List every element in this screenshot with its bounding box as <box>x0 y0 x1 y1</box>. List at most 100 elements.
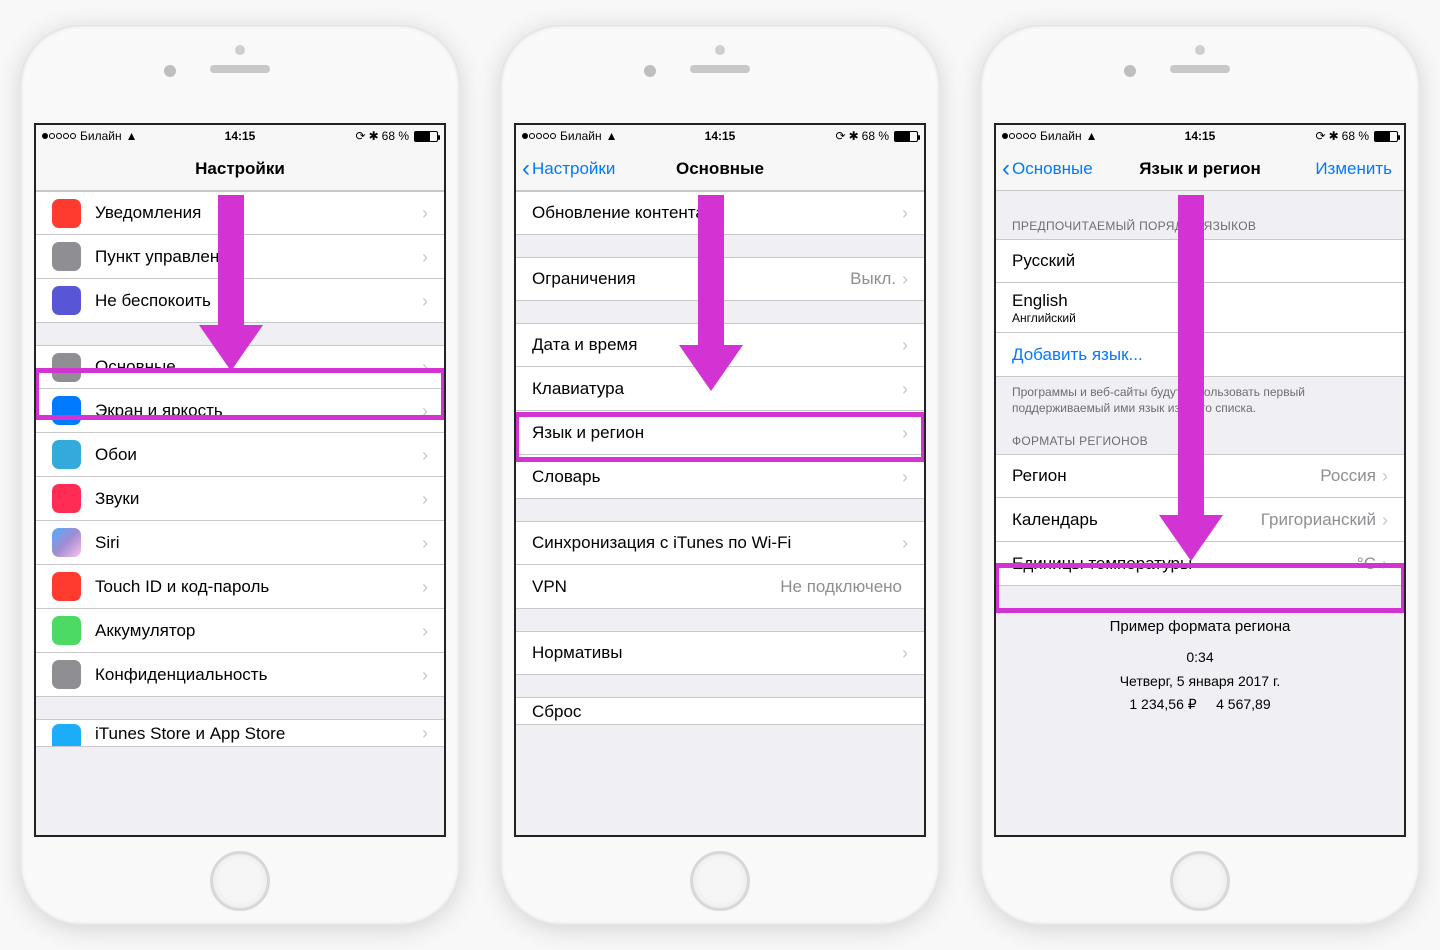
row-label: VPN <box>532 577 780 597</box>
formats-header: ФОРМАТЫ РЕГИОНОВ <box>996 428 1404 454</box>
home-button[interactable] <box>1170 851 1230 911</box>
row-label: Единицы температуры <box>1012 554 1357 574</box>
row-label: Обои <box>95 445 422 465</box>
settings-row[interactable]: Экран и яркость› <box>36 389 444 433</box>
row-label: Дата и время <box>532 335 902 355</box>
row-label: Уведомления <box>95 203 422 223</box>
settings-row[interactable]: Клавиатура› <box>516 367 924 411</box>
appstore-icon <box>52 724 81 747</box>
chevron-right-icon: › <box>1382 467 1388 485</box>
nav-bar: ‹ Настройки Основные <box>516 147 924 191</box>
speaker-icon <box>52 484 81 513</box>
row-label: Основные <box>95 357 422 377</box>
row-label: Звуки <box>95 489 422 509</box>
status-time: 14:15 <box>996 129 1404 143</box>
chevron-right-icon: › <box>422 204 428 222</box>
home-button[interactable] <box>210 851 270 911</box>
region-format-preview: Пример формата региона 0:34 Четверг, 5 я… <box>996 614 1404 717</box>
settings-row[interactable]: Звуки› <box>36 477 444 521</box>
settings-row[interactable]: Пункт управления› <box>36 235 444 279</box>
chevron-right-icon: › <box>422 534 428 552</box>
edit-button[interactable]: Изменить <box>1315 159 1392 179</box>
settings-row[interactable]: Словарь› <box>516 455 924 499</box>
row-label: Touch ID и код-пароль <box>95 577 422 597</box>
chevron-right-icon: › <box>422 666 428 684</box>
row-label: Сброс <box>532 702 908 722</box>
row-label: Добавить язык... <box>1012 345 1388 365</box>
settings-row[interactable]: ОграниченияВыкл.› <box>516 257 924 301</box>
chevron-right-icon: › <box>902 644 908 662</box>
settings-row[interactable]: Русский <box>996 239 1404 283</box>
flower-icon <box>52 440 81 469</box>
settings-row[interactable]: Конфиденциальность› <box>36 653 444 697</box>
settings-row[interactable]: Нормативы› <box>516 631 924 675</box>
chevron-right-icon: › <box>422 358 428 376</box>
row-label: Регион <box>1012 466 1320 486</box>
settings-row[interactable]: РегионРоссия › <box>996 454 1404 498</box>
settings-row[interactable]: Обновление контента› <box>516 191 924 235</box>
settings-row[interactable]: Основные› <box>36 345 444 389</box>
row-label: Язык и регион <box>532 423 902 443</box>
settings-row[interactable]: Touch ID и код-пароль› <box>36 565 444 609</box>
settings-row[interactable]: КалендарьГригорианский› <box>996 498 1404 542</box>
row-label: Экран и яркость <box>95 401 422 421</box>
settings-row[interactable]: EnglishАнглийский <box>996 283 1404 333</box>
row-label: Русский <box>1012 251 1388 271</box>
settings-row[interactable]: VPNНе подключено <box>516 565 924 609</box>
page-title: Основные <box>516 159 924 179</box>
settings-row[interactable]: Не беспокоить› <box>36 279 444 323</box>
gear-icon <box>52 353 81 382</box>
row-label: Синхронизация с iTunes по Wi-Fi <box>532 533 902 553</box>
battery-icon <box>52 616 81 645</box>
nav-bar: ‹ Основные Язык и регион Изменить <box>996 147 1404 191</box>
settings-row[interactable]: Синхронизация с iTunes по Wi-Fi› <box>516 521 924 565</box>
chevron-right-icon: › <box>902 336 908 354</box>
chevron-right-icon: › <box>902 534 908 552</box>
row-label: Не беспокоить <box>95 291 422 311</box>
phone-frame-1: Билайн ▲ 14:15 ⟳ ✱ 68 % Настройки Уведом… <box>20 25 460 925</box>
languages-footer: Программы и веб-сайты будут использовать… <box>996 377 1404 420</box>
status-bar: Билайн ▲ 14:15 ⟳ ✱ 68 % <box>516 125 924 147</box>
chevron-right-icon: › <box>422 622 428 640</box>
row-label: Конфиденциальность <box>95 665 422 685</box>
chevron-right-icon: › <box>902 380 908 398</box>
row-label: Аккумулятор <box>95 621 422 641</box>
row-value: Выкл. <box>850 269 896 289</box>
moon-icon <box>52 286 81 315</box>
chevron-right-icon: › <box>422 578 428 596</box>
row-label: Обновление контента <box>532 203 902 223</box>
preview-date: Четверг, 5 января 2017 г. <box>996 670 1404 694</box>
chevron-right-icon: › <box>902 468 908 486</box>
chevron-right-icon: › <box>902 204 908 222</box>
screen-2: Билайн ▲ 14:15 ⟳ ✱ 68 % ‹ Настройки Осно… <box>514 123 926 837</box>
row-sublabel: Английский <box>1012 311 1076 325</box>
status-bar: Билайн ▲ 14:15 ⟳ ✱ 68 % <box>36 125 444 147</box>
row-value: Григорианский <box>1261 510 1376 530</box>
settings-row[interactable]: Добавить язык... <box>996 333 1404 377</box>
row-reset[interactable]: Сброс <box>516 697 924 725</box>
text-size-icon <box>52 396 81 425</box>
settings-row[interactable]: Аккумулятор› <box>36 609 444 653</box>
settings-row[interactable]: Уведомления› <box>36 191 444 235</box>
chevron-right-icon: › <box>902 424 908 442</box>
preview-title: Пример формата региона <box>996 614 1404 640</box>
battery-icon <box>414 131 438 142</box>
battery-icon <box>894 131 918 142</box>
screen-1: Билайн ▲ 14:15 ⟳ ✱ 68 % Настройки Уведом… <box>34 123 446 837</box>
settings-row[interactable]: Единицы температуры°C› <box>996 542 1404 586</box>
screen-3: Билайн ▲ 14:15 ⟳ ✱ 68 % ‹ Основные Язык … <box>994 123 1406 837</box>
settings-row[interactable]: iTunes Store и App Store› <box>36 719 444 747</box>
settings-row[interactable]: Обои› <box>36 433 444 477</box>
switch-icon <box>52 242 81 271</box>
chevron-right-icon: › <box>1382 511 1388 529</box>
settings-row[interactable]: Дата и время› <box>516 323 924 367</box>
home-button[interactable] <box>690 851 750 911</box>
nav-bar: Настройки <box>36 147 444 191</box>
row-value: °C <box>1357 554 1376 574</box>
row-label: Пункт управления <box>95 247 422 267</box>
settings-row[interactable]: Язык и регион› <box>516 411 924 455</box>
phone-frame-3: Билайн ▲ 14:15 ⟳ ✱ 68 % ‹ Основные Язык … <box>980 25 1420 925</box>
settings-row[interactable]: Siri› <box>36 521 444 565</box>
row-value: Россия <box>1320 466 1376 486</box>
languages-header: ПРЕДПОЧИТАЕМЫЙ ПОРЯДОК ЯЗЫКОВ <box>996 213 1404 239</box>
